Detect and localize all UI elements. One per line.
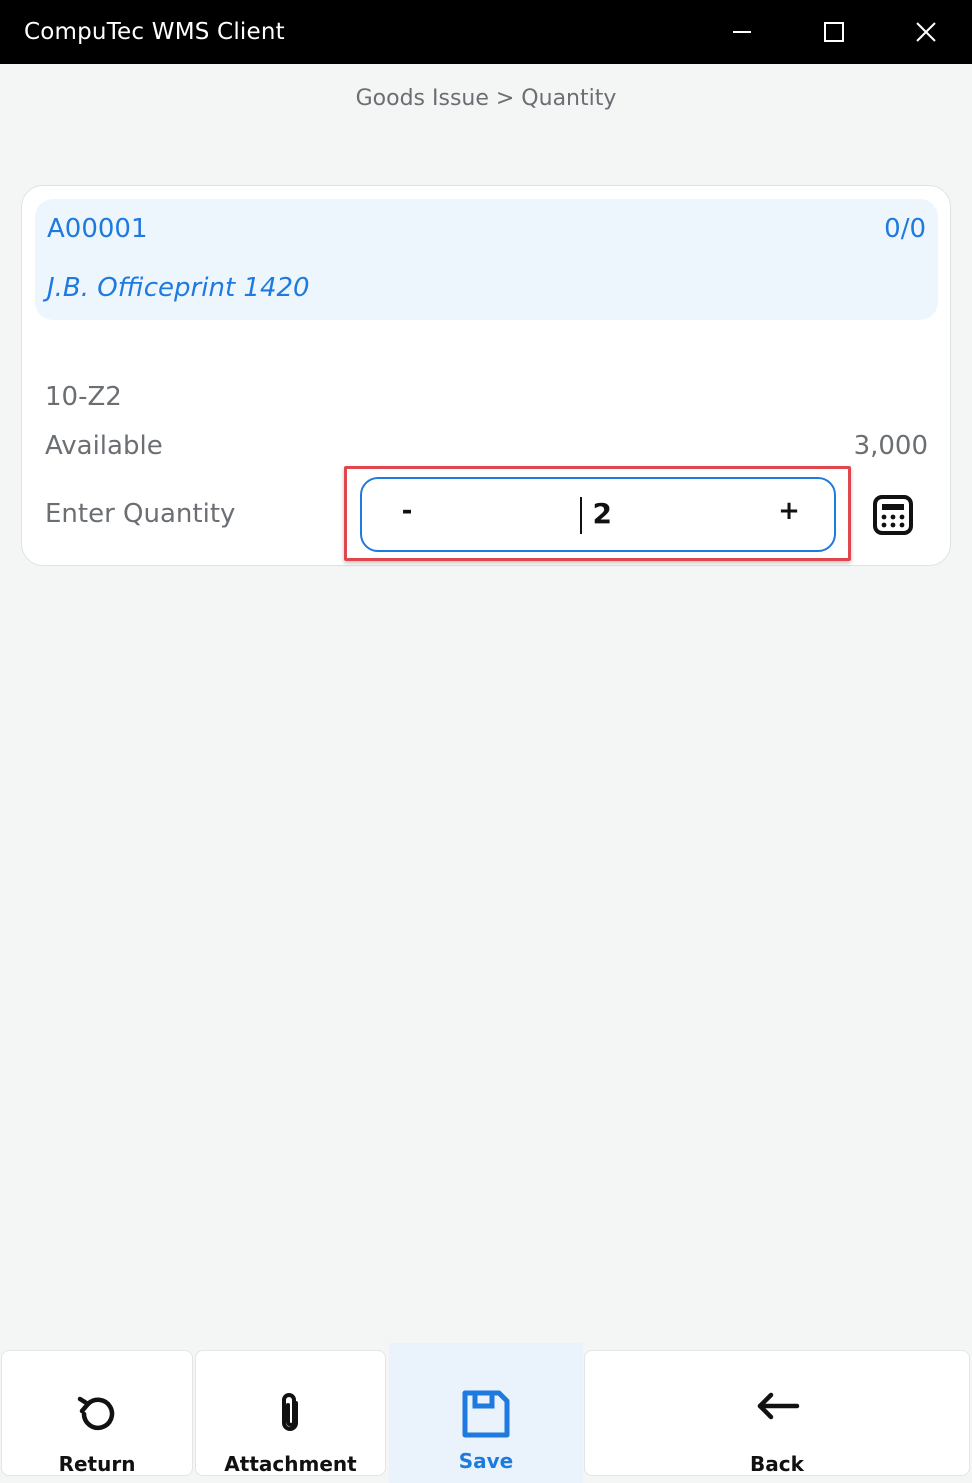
back-label: Back (750, 1452, 804, 1476)
maximize-icon (824, 22, 844, 42)
close-button[interactable] (880, 0, 972, 64)
window-title: CompuTec WMS Client (24, 19, 285, 45)
increment-button[interactable]: + (774, 496, 804, 526)
undo-icon (77, 1396, 115, 1431)
item-header: A00001 0/0 J.B. Officeprint 1420 (35, 199, 938, 320)
return-label: Return (58, 1452, 136, 1476)
text-caret (580, 497, 582, 534)
available-value: 3,000 (853, 431, 928, 461)
return-button[interactable]: Return (1, 1350, 193, 1476)
save-label: Save (458, 1449, 514, 1473)
calculator-button[interactable] (872, 494, 914, 536)
maximize-button[interactable] (788, 0, 880, 64)
arrow-left-icon (757, 1392, 800, 1420)
calculator-icon (873, 495, 913, 535)
title-bar: CompuTec WMS Client (0, 0, 972, 64)
minimize-button[interactable] (696, 0, 788, 64)
minimize-icon (733, 31, 751, 33)
attachment-label: Attachment (224, 1452, 357, 1476)
breadcrumb: Goods Issue > Quantity (355, 86, 617, 111)
item-name: J.B. Officeprint 1420 (47, 273, 310, 303)
paperclip-icon (281, 1393, 298, 1431)
action-bar: Return Attachment Save Back (0, 1343, 972, 1483)
bin-location: 10-Z2 (45, 382, 122, 412)
item-code: A00001 (47, 214, 148, 244)
quantity-label: Enter Quantity (45, 499, 236, 529)
close-icon (916, 22, 936, 42)
back-button[interactable]: Back (584, 1350, 970, 1476)
decrement-button[interactable]: - (392, 496, 422, 526)
quantity-input[interactable]: 2 (562, 497, 612, 530)
save-button[interactable]: Save (389, 1343, 583, 1483)
available-label: Available (45, 431, 163, 461)
item-count: 0/0 (884, 214, 926, 244)
floppy-disk-icon (462, 1390, 510, 1438)
quantity-stepper[interactable]: - 2 + (360, 477, 836, 552)
attachment-button[interactable]: Attachment (195, 1350, 386, 1476)
